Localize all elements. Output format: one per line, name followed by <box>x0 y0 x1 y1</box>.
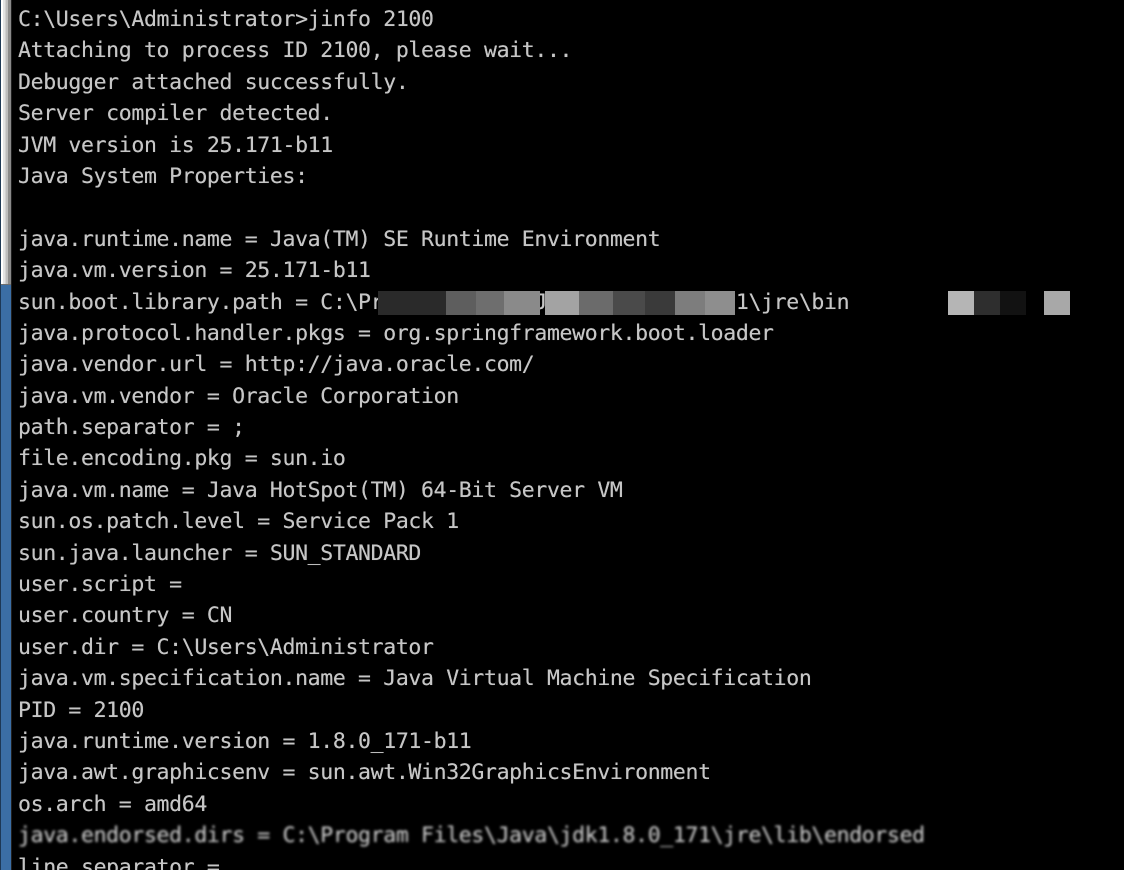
mosaic-block-9 <box>705 290 735 315</box>
console-line-user-script: user.script = <box>18 572 182 598</box>
mosaic-block-1 <box>446 290 476 315</box>
mosaic-block-11 <box>974 290 1000 315</box>
console-line-java-awt-graphicsenv: java.awt.graphicsenv = sun.awt.Win32Grap… <box>18 760 711 786</box>
console-line-java-vm-version: java.vm.version = 25.171-b11 <box>18 258 371 284</box>
console-line-pid: PID = 2100 <box>18 697 144 723</box>
scrollbar-thumb[interactable] <box>1 0 11 285</box>
console-line-java-endorsed-dirs: java.endorsed.dirs = C:\Program Files\Ja… <box>18 823 925 849</box>
mosaic-block-3 <box>504 290 540 315</box>
console-line-java-runtime-name: java.runtime.name = Java(TM) SE Runtime … <box>18 226 661 252</box>
console-line-file-encoding-pkg: file.encoding.pkg = sun.io <box>18 446 346 472</box>
mosaic-block-10 <box>948 290 974 315</box>
redaction-mosaic-overlay <box>18 287 1124 318</box>
console-line-java-vendor-url: java.vendor.url = http://java.oracle.com… <box>18 352 535 378</box>
console-line-jvm-version: JVM version is 25.171-b11 <box>18 132 333 158</box>
mosaic-block-0 <box>378 290 446 315</box>
console-line-debugger-attached: Debugger attached successfully. <box>18 69 409 95</box>
console-line-java-protocol-handler: java.protocol.handler.pkgs = org.springf… <box>18 320 774 346</box>
mosaic-block-13 <box>1044 290 1070 315</box>
console-line-prompt-command: C:\Users\Administrator>jinfo 2100 <box>18 7 434 32</box>
mosaic-block-6 <box>613 290 645 315</box>
mosaic-block-4 <box>545 290 579 315</box>
vertical-scrollbar[interactable] <box>0 0 12 870</box>
console-line-sun-os-patch-level: sun.os.patch.level = Service Pack 1 <box>18 509 459 535</box>
console-line-properties-header: Java System Properties: <box>18 163 308 189</box>
console-line-server-compiler: Server compiler detected. <box>18 101 333 127</box>
console-line-blank-1 <box>18 192 1124 223</box>
mosaic-block-12 <box>1000 290 1026 315</box>
console-line-java-vm-spec-name: java.vm.specification.name = Java Virtua… <box>18 666 812 692</box>
command-prompt-window: C:\Users\Administrator>jinfo 2100 Attachi… <box>0 0 1124 870</box>
console-line-user-country: user.country = CN <box>18 603 233 629</box>
console-line-java-runtime-version: java.runtime.version = 1.8.0_171-b11 <box>18 728 472 754</box>
console-output-area[interactable]: C:\Users\Administrator>jinfo 2100 Attachi… <box>12 0 1124 870</box>
console-line-java-vm-vendor: java.vm.vendor = Oracle Corporation <box>18 383 459 409</box>
console-line-sun-boot-library-path: sun.boot.library.path = C:\Program Files… <box>18 287 1124 318</box>
console-line-sun-java-launcher: sun.java.launcher = SUN_STANDARD <box>18 540 422 566</box>
console-line-attaching: Attaching to process ID 2100, please wai… <box>18 38 573 64</box>
console-line-user-dir: user.dir = C:\Users\Administrator <box>18 634 434 660</box>
console-line-line-separator: line.separator = <box>18 854 220 870</box>
mosaic-block-8 <box>675 290 705 315</box>
console-line-path-separator: path.separator = ; <box>18 415 245 441</box>
mosaic-block-2 <box>476 290 504 315</box>
console-line-os-arch: os.arch = amd64 <box>18 791 207 817</box>
mosaic-block-7 <box>645 290 675 315</box>
mosaic-block-5 <box>579 290 613 315</box>
console-line-java-vm-name: java.vm.name = Java HotSpot(TM) 64-Bit S… <box>18 477 623 503</box>
